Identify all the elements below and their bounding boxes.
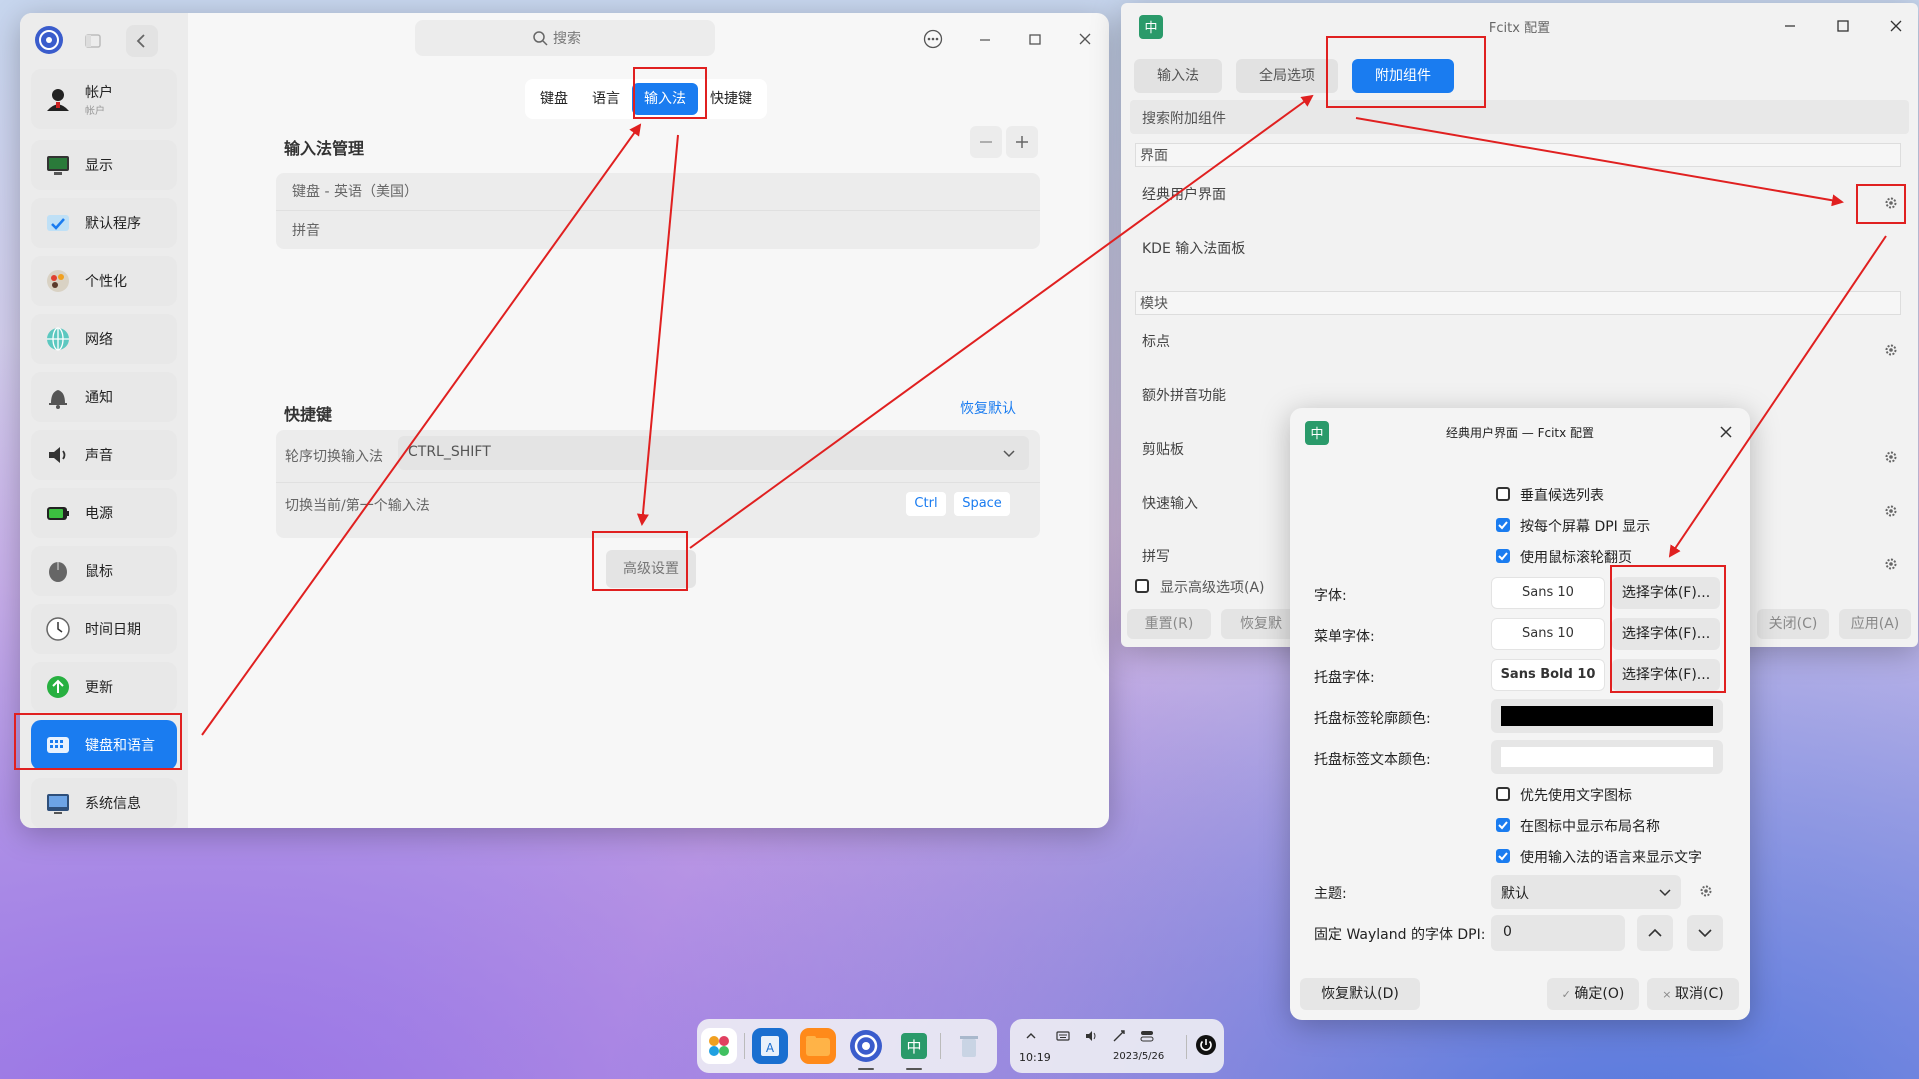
settings-app-icon[interactable]	[848, 1028, 884, 1064]
dock: A 中	[697, 1019, 997, 1073]
control-center-icon[interactable]	[1140, 1029, 1154, 1043]
file-manager-icon[interactable]	[800, 1028, 836, 1064]
tray-date: 2023/5/26	[1113, 1051, 1165, 1062]
dock-divider	[744, 1033, 745, 1059]
annotation-arrows	[201, 94, 1887, 736]
running-indicator	[858, 1068, 874, 1070]
tray-divider	[1186, 1035, 1187, 1059]
trash-icon[interactable]	[951, 1028, 987, 1064]
system-tray: 10:19 2023/5/26	[1010, 1019, 1224, 1073]
app-store-icon[interactable]: A	[752, 1028, 788, 1064]
keyboard-tray-icon[interactable]	[1056, 1029, 1070, 1043]
fcitx-app-icon[interactable]: 中	[896, 1028, 932, 1064]
volume-icon[interactable]	[1084, 1029, 1098, 1043]
chevron-up-icon[interactable]	[1024, 1029, 1038, 1043]
running-indicator	[906, 1068, 922, 1070]
screenshot-icon[interactable]	[1112, 1029, 1126, 1043]
power-icon[interactable]	[1195, 1034, 1217, 1056]
tray-time: 10:19	[1019, 1051, 1051, 1064]
launcher-icon[interactable]	[701, 1028, 737, 1064]
dock-divider	[940, 1033, 941, 1059]
svg-text:中: 中	[906, 1038, 921, 1056]
svg-text:A: A	[766, 1041, 775, 1055]
